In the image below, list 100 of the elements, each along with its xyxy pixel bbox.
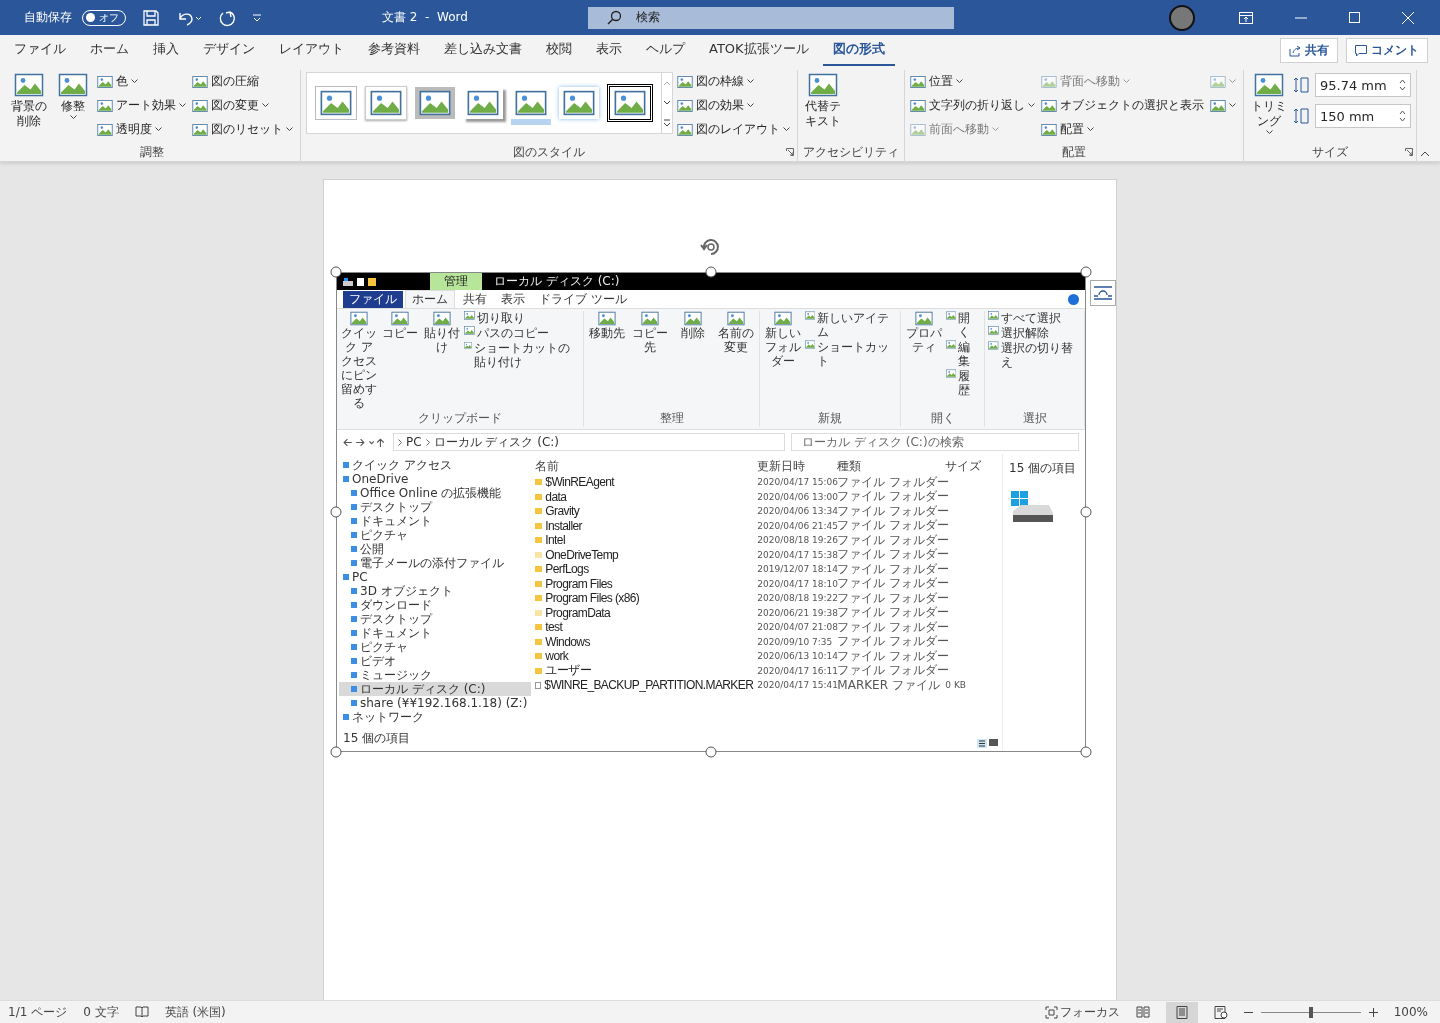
column-header[interactable]: 名前 [535,458,758,475]
redo-icon[interactable] [218,8,236,27]
layout-options-button[interactable] [1090,280,1116,306]
spinner-arrows-icon[interactable] [1399,78,1406,92]
ribbon-tab[interactable]: 差し込み文書 [434,34,532,67]
picture-style-thumbnail[interactable] [315,86,357,120]
ribbon-button[interactable]: 配置 [1041,118,1206,141]
ribbon-button[interactable]: 図の枠線 [677,70,792,93]
read-mode-icon[interactable] [1135,1006,1150,1018]
explorer-ribbon-button[interactable]: 開く [945,311,982,339]
explorer-ribbon-button[interactable]: 編集 [945,340,982,368]
resize-handle[interactable] [1080,266,1092,278]
explorer-tab[interactable]: ドライブ ツール [533,290,633,308]
explorer-tab[interactable]: 表示 [495,290,531,308]
dialog-launcher-icon[interactable] [1405,148,1413,156]
explorer-ribbon-button[interactable]: 切り取り [463,311,581,325]
explorer-ribbon-button[interactable]: プロパティ [904,311,943,410]
ribbon-tab[interactable]: デザイン [193,34,265,67]
close-icon[interactable] [1402,11,1414,24]
resize-handle[interactable] [330,266,342,278]
save-icon[interactable] [142,8,160,27]
resize-handle[interactable] [330,506,342,518]
ribbon-tab[interactable]: ATOK拡張ツール [699,34,819,67]
explorer-ribbon-button[interactable]: ショートカット [804,340,898,368]
ribbon-display-options-icon[interactable] [1239,11,1253,24]
ribbon-button[interactable]: 図のレイアウト [677,118,792,141]
file-name-cell[interactable]: Windows [535,634,758,649]
focus-button[interactable]: フォーカス [1044,1003,1120,1021]
page-count[interactable]: 1/1 ページ [8,1003,68,1021]
file-name-cell[interactable]: work [535,649,758,664]
file-name-cell[interactable]: OneDriveTemp [535,547,758,562]
nav-item[interactable]: ローカル ディスク (C:) [339,682,532,696]
nav-item[interactable]: PC [339,570,532,584]
file-name-cell[interactable]: Program Files [535,576,758,591]
web-layout-icon[interactable] [1213,1005,1228,1019]
explorer-ribbon-button[interactable]: 削除 [673,311,714,410]
avatar[interactable] [1169,4,1195,31]
language-indicator[interactable]: 英語 (米国) [164,1003,226,1021]
picture-style-thumbnail[interactable] [607,84,653,122]
help-icon[interactable] [1068,293,1079,305]
explorer-screenshot[interactable] [336,272,1086,752]
ribbon-large-button[interactable]: 代替テキスト [803,70,843,131]
context-tab-label[interactable]: 管理 [430,273,482,290]
size-field[interactable]: 150 mm [1315,104,1411,128]
explorer-ribbon-button[interactable]: クイック アクセスにピン留めする [340,311,379,410]
nav-item[interactable]: share (¥¥192.168.1.18) (Z:) [339,696,532,710]
size-field[interactable]: 95.74 mm [1315,73,1411,97]
minimize-icon[interactable] [1295,16,1307,19]
explorer-ribbon-button[interactable]: コピー先 [630,311,671,410]
explorer-ribbon-button[interactable]: 選択解除 [988,326,1081,340]
nav-item[interactable]: ドキュメント [339,514,532,528]
file-name-cell[interactable]: PerfLogs [535,562,758,577]
navigation-arrows-icon[interactable] [343,437,387,447]
resize-handle[interactable] [705,746,717,758]
column-header[interactable]: 更新日時 [757,458,838,475]
nav-item[interactable]: デスクトップ [339,612,532,626]
nav-item[interactable]: 電子メールの添付ファイル [339,556,532,570]
explorer-ribbon-button[interactable]: 新しいフォルダー [763,311,802,410]
file-name-cell[interactable]: ユーザー [535,662,758,680]
ribbon-tab[interactable]: レイアウト [269,34,354,67]
word-count[interactable]: 0 文字 [83,1003,119,1021]
nav-item[interactable]: ビデオ [339,654,532,668]
nav-item[interactable]: ミュージック [339,668,532,682]
file-name-cell[interactable]: test [535,620,758,635]
ribbon-tab[interactable]: ヘルプ [636,34,695,67]
file-name-cell[interactable]: $WINRE_BACKUP_PARTITION.MARKER [535,678,758,693]
picture-style-thumbnail[interactable] [415,87,455,119]
ribbon-button[interactable]: 色 [97,70,188,93]
ribbon-tab[interactable]: ホーム [80,34,139,67]
search-field[interactable]: 検索 [587,6,954,29]
file-name-cell[interactable]: Program Files (x86) [535,591,758,606]
file-name-cell[interactable]: ProgramData [535,605,758,620]
maximize-icon[interactable] [1349,12,1360,23]
ribbon-large-button[interactable]: 修整 [53,70,93,122]
explorer-ribbon-button[interactable]: ショートカットの貼り付け [463,341,581,369]
ribbon-button[interactable]: 文字列の折り返し [910,94,1037,117]
zoom-slider-thumb[interactable] [1308,1006,1313,1018]
dialog-launcher-icon[interactable] [786,148,794,156]
nav-item[interactable]: ネットワーク [339,710,532,724]
ribbon-tab[interactable]: 参考資料 [358,34,430,67]
ribbon-tab[interactable]: 挿入 [143,34,189,67]
explorer-ribbon-button[interactable]: 履歴 [945,369,982,397]
ribbon-tab[interactable]: 表示 [586,34,632,67]
ribbon-button[interactable]: 図のリセット [192,118,295,141]
zoom-in-icon[interactable] [1368,1007,1378,1017]
ribbon-large-button[interactable]: 背景の削除 [9,70,49,131]
nav-item[interactable]: ダウンロード [339,598,532,612]
resize-handle[interactable] [1080,746,1092,758]
collapse-ribbon-icon[interactable] [1420,151,1430,157]
nav-item[interactable]: ピクチャ [339,640,532,654]
explorer-tab[interactable]: ホーム [405,290,455,308]
customize-toolbar-icon[interactable] [252,12,262,23]
ribbon-button[interactable]: 透明度 [97,118,188,141]
ribbon-large-button[interactable]: トリミング [1249,70,1289,137]
file-name-cell[interactable]: $WinREAgent [535,475,758,490]
explorer-ribbon-button[interactable]: 名前の変更 [716,311,757,410]
file-name-cell[interactable]: Installer [535,518,758,533]
ribbon-tab[interactable]: ファイル [4,34,76,67]
address-bar[interactable]: PC ローカル ディスク (C:) [393,433,786,451]
column-header[interactable]: サイズ [945,458,982,475]
